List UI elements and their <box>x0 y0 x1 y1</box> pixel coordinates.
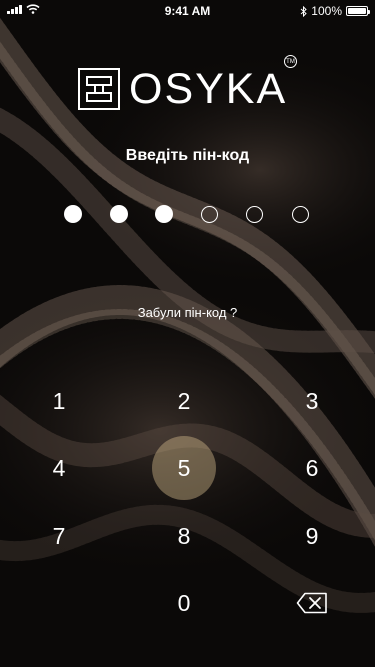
pin-dot-filled <box>64 205 82 223</box>
pin-dot-empty <box>291 206 309 223</box>
keypad-key-9[interactable]: 9 <box>280 504 344 568</box>
keypad-key-0[interactable]: 0 <box>152 571 216 635</box>
trademark-icon: TM <box>284 55 297 68</box>
pin-indicator <box>64 205 314 225</box>
keypad-key-1[interactable]: 1 <box>27 369 91 433</box>
pin-dot-filled <box>109 205 128 223</box>
pin-dot-empty <box>246 206 263 223</box>
status-bar: 9:41 AM 100% <box>0 0 375 22</box>
keypad-key-7[interactable]: 7 <box>27 504 91 568</box>
keypad-key-6[interactable]: 6 <box>280 436 344 500</box>
battery-icon <box>346 6 370 16</box>
pin-title: Введіть пін-код <box>125 147 250 164</box>
bluetooth-icon <box>300 5 308 17</box>
keypad-backspace-button[interactable] <box>280 571 344 635</box>
pin-dot-filled <box>155 205 173 223</box>
keypad-key-4[interactable]: 4 <box>27 436 91 500</box>
battery-percent: 100% <box>311 4 342 18</box>
brand-name: OSYKA <box>129 65 288 113</box>
keypad-key-3[interactable]: 3 <box>280 369 344 433</box>
keypad-key-5[interactable]: 5 <box>152 436 216 500</box>
keypad-key-8[interactable]: 8 <box>152 504 216 568</box>
brand-logo: OSYKA <box>78 65 288 113</box>
logo-mark-icon <box>78 68 120 110</box>
forgot-pin-link[interactable]: Забули пін-код ? <box>0 305 375 320</box>
backspace-icon <box>296 592 327 614</box>
pin-dot-empty <box>200 206 218 223</box>
keypad-key-2[interactable]: 2 <box>152 369 216 433</box>
status-right: 100% <box>300 4 370 18</box>
